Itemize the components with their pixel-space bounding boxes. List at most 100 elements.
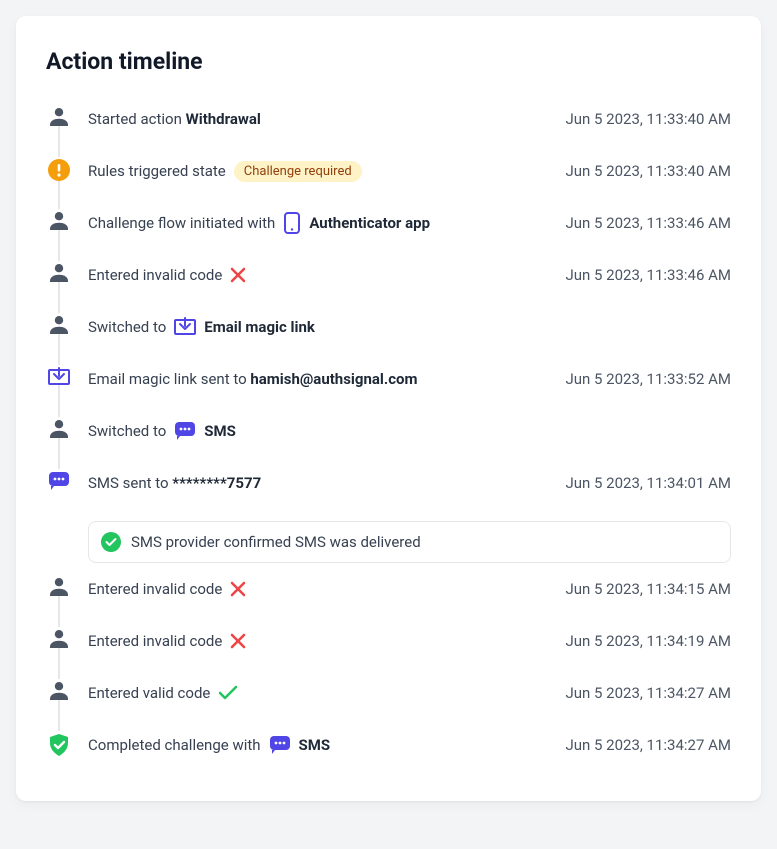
timeline-row-text: Switched to Email magic link	[88, 317, 315, 337]
timeline-row-content: SMS sent to ********7577Jun 5 2023, 11:3…	[72, 471, 731, 495]
timeline-row: Switched to SMS	[46, 405, 731, 457]
timeline-row-content: Entered invalid code Jun 5 2023, 11:33:46…	[72, 263, 731, 287]
event-text: Entered invalid code	[88, 580, 222, 598]
event-timestamp: Jun 5 2023, 11:33:40 AM	[565, 162, 731, 180]
timeline-row-icon	[46, 315, 72, 335]
warning-icon	[48, 159, 70, 181]
event-text: Started action Withdrawal	[88, 110, 261, 128]
timeline-row-content: Email magic link sent to hamish@authsign…	[72, 367, 731, 391]
timeline-row-text: SMS sent to ********7577	[88, 474, 261, 492]
delivery-status-panel: SMS provider confirmed SMS was delivered	[88, 521, 731, 563]
event-timestamp: Jun 5 2023, 11:33:40 AM	[565, 110, 731, 128]
timeline-row-icon	[46, 471, 72, 491]
timeline-row-text: Rules triggered state Challenge required	[88, 161, 362, 182]
event-method: SMS	[204, 422, 236, 440]
phone-icon	[283, 212, 301, 234]
timeline-row: Entered invalid code Jun 5 2023, 11:34:15…	[46, 563, 731, 615]
event-text: Challenge flow initiated with	[88, 214, 275, 232]
timeline-row: Switched to Email magic link	[46, 301, 731, 353]
timeline-row-icon	[46, 159, 72, 181]
event-bold: Withdrawal	[186, 110, 261, 128]
person-icon	[49, 681, 69, 701]
bubble-icon	[174, 421, 196, 441]
timeline-row-text: Entered invalid code	[88, 580, 246, 598]
timeline-row: Completed challenge with SMS Jun 5 2023, 1…	[46, 719, 731, 771]
event-timestamp: Jun 5 2023, 11:33:46 AM	[565, 214, 731, 232]
success-check-icon	[101, 532, 121, 552]
timeline-row: Challenge flow initiated with Authenticat…	[46, 197, 731, 249]
action-timeline-card: Action timeline Started action Withdrawa…	[16, 16, 761, 801]
person-icon	[49, 263, 69, 283]
person-icon	[49, 577, 69, 597]
event-timestamp: Jun 5 2023, 11:34:19 AM	[565, 632, 731, 650]
timeline-row-content: Entered valid code Jun 5 2023, 11:34:27 A…	[72, 681, 731, 705]
timeline-row-content: Rules triggered state Challenge required J…	[72, 159, 731, 183]
timeline-row-icon	[46, 577, 72, 597]
page-title: Action timeline	[46, 48, 731, 75]
x-icon	[230, 633, 246, 649]
timeline-row: Entered invalid code Jun 5 2023, 11:33:46…	[46, 249, 731, 301]
event-timestamp: Jun 5 2023, 11:33:52 AM	[565, 370, 731, 388]
event-text: Switched to	[88, 318, 166, 336]
timeline-row: SMS sent to ********7577Jun 5 2023, 11:3…	[46, 457, 731, 509]
person-icon	[49, 211, 69, 231]
timeline-list: Started action Withdrawal Jun 5 2023, 11:…	[46, 93, 731, 771]
person-icon	[49, 629, 69, 649]
event-text: Entered invalid code	[88, 266, 222, 284]
timeline-row-icon	[46, 107, 72, 127]
delivery-status-text: SMS provider confirmed SMS was delivered	[131, 533, 421, 551]
timeline-row: Entered invalid code Jun 5 2023, 11:34:19…	[46, 615, 731, 667]
event-method: SMS	[299, 736, 331, 754]
event-timestamp: Jun 5 2023, 11:34:27 AM	[565, 736, 731, 754]
timeline-row: Rules triggered state Challenge required J…	[46, 145, 731, 197]
event-timestamp: Jun 5 2023, 11:33:46 AM	[565, 266, 731, 284]
timeline-row-icon	[46, 367, 72, 387]
event-timestamp: Jun 5 2023, 11:34:27 AM	[565, 684, 731, 702]
event-text: SMS sent to ********7577	[88, 474, 261, 492]
timeline-row-text: Switched to SMS	[88, 421, 236, 441]
timeline-row-text: Email magic link sent to hamish@authsign…	[88, 370, 417, 388]
event-text: Switched to	[88, 422, 166, 440]
timeline-row-text: Entered valid code	[88, 684, 238, 702]
event-bold: ********7577	[172, 474, 261, 492]
person-icon	[49, 107, 69, 127]
timeline-row-icon	[46, 419, 72, 439]
event-bold: hamish@authsignal.com	[250, 370, 417, 388]
timeline-row-icon	[46, 263, 72, 283]
timeline-row-content: Challenge flow initiated with Authenticat…	[72, 211, 731, 235]
timeline-row-text: Completed challenge with SMS	[88, 735, 330, 755]
timeline-row-content: Entered invalid code Jun 5 2023, 11:34:19…	[72, 629, 731, 653]
timeline-row-content: Switched to Email magic link	[72, 315, 731, 339]
timeline-row-text: Entered invalid code	[88, 266, 246, 284]
timeline-row-text: Started action Withdrawal	[88, 110, 261, 128]
event-method: Email magic link	[204, 318, 315, 336]
timeline-row-icon	[46, 681, 72, 701]
event-method: Authenticator app	[309, 214, 430, 232]
person-icon	[49, 419, 69, 439]
timeline-row-text: Entered invalid code	[88, 632, 246, 650]
inbox-icon	[48, 367, 70, 387]
timeline-row-content: Entered invalid code Jun 5 2023, 11:34:15…	[72, 577, 731, 601]
event-text: Completed challenge with	[88, 736, 261, 754]
timeline-row-text: Challenge flow initiated with Authenticat…	[88, 212, 430, 234]
event-text: Entered invalid code	[88, 632, 222, 650]
x-icon	[230, 267, 246, 283]
shield-icon	[48, 733, 70, 757]
person-icon	[49, 315, 69, 335]
timeline-row: Started action Withdrawal Jun 5 2023, 11:…	[46, 93, 731, 145]
event-text: Email magic link sent to hamish@authsign…	[88, 370, 417, 388]
x-icon	[230, 581, 246, 597]
timeline-row-content: Started action Withdrawal Jun 5 2023, 11:…	[72, 107, 731, 131]
event-text: Entered valid code	[88, 684, 210, 702]
timeline-row: Entered valid code Jun 5 2023, 11:34:27 A…	[46, 667, 731, 719]
timeline-row: Email magic link sent to hamish@authsign…	[46, 353, 731, 405]
timeline-row-content: Completed challenge with SMS Jun 5 2023, 1…	[72, 733, 731, 757]
timeline-row-content: Switched to SMS	[72, 419, 731, 443]
check-icon	[218, 685, 238, 701]
event-text: Rules triggered state	[88, 162, 226, 180]
inbox-icon	[174, 317, 196, 337]
event-timestamp: Jun 5 2023, 11:34:15 AM	[565, 580, 731, 598]
bubble-icon	[48, 471, 70, 491]
status-badge: Challenge required	[234, 161, 362, 182]
timeline-row-icon	[46, 733, 72, 757]
